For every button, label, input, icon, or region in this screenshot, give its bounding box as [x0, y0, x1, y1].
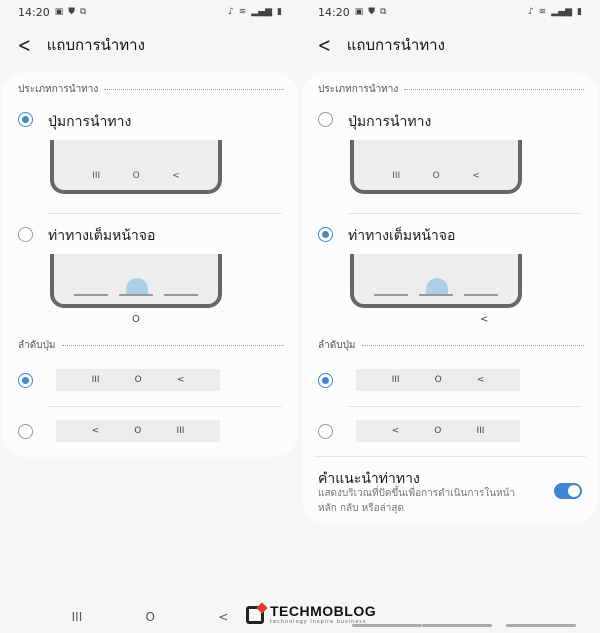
mute-icon: ♪	[527, 6, 534, 17]
home-button[interactable]: O	[146, 610, 155, 624]
watermark-brand: TECHMOBLOG	[270, 603, 377, 619]
left-screen: 14:20 ▣ ⛊ ⧉ ♪ ≋ ▂▄▆ ▮ < แถบการนำทาง ประเ…	[0, 0, 300, 633]
radio-navigation-buttons[interactable]	[318, 112, 333, 127]
recents-icon: III	[392, 171, 401, 181]
back-icon: <	[476, 375, 485, 385]
section-divider	[361, 345, 584, 346]
back-icon: <	[472, 171, 480, 181]
page-title: แถบการนำทาง	[46, 36, 145, 54]
gesture-hints-toggle[interactable]	[554, 483, 582, 499]
right-screen: 14:20 ▣ ⛊ ⧉ ♪ ≋ ▂▄▆ ▮ < แถบการนำทาง ประเ…	[300, 0, 600, 633]
nav-type-section-header: ประเภทการนำทาง	[318, 82, 584, 97]
divider	[48, 406, 282, 407]
section-divider	[61, 345, 284, 346]
gestures-preview	[350, 254, 522, 308]
gesture-bars	[74, 294, 198, 296]
radio-order-recents-home-back[interactable]	[318, 373, 333, 388]
radio-full-screen-gestures[interactable]	[18, 227, 33, 242]
page-title: แถบการนำทาง	[346, 36, 445, 54]
wifi-icon: ≋	[238, 6, 247, 17]
order-recents-home-back[interactable]: III O <	[356, 369, 520, 391]
back-icon: <	[391, 426, 400, 436]
recents-icon: III	[176, 426, 185, 436]
section-divider	[404, 89, 584, 90]
shield-icon: ⛊	[368, 6, 375, 17]
radio-order-back-home-recents[interactable]	[318, 424, 333, 439]
signal-icon: ▂▄▆	[251, 6, 273, 17]
navigation-buttons-preview: III O <	[50, 140, 222, 194]
gesture-bars	[374, 294, 498, 296]
app-bar: < แถบการนำทาง	[0, 24, 300, 66]
screenshot-icon: ⧉	[79, 6, 87, 17]
recents-icon: III	[391, 375, 400, 385]
watermark-tagline: technology inspire business	[270, 619, 367, 625]
option-full-screen-gestures[interactable]: ท่าทางเต็มหน้าจอ	[348, 225, 455, 247]
status-time: 14:20	[18, 5, 50, 19]
section-divider	[104, 89, 284, 90]
back-icon: <	[172, 171, 180, 181]
app-bar: < แถบการนำทาง	[300, 24, 600, 66]
section-label: ประเภทการนำทาง	[318, 84, 399, 95]
radio-order-back-home-recents[interactable]	[18, 424, 33, 439]
gesture-handle-center	[422, 624, 492, 627]
status-bar: 14:20 ▣ ⛊ ⧉ ♪ ≋ ▂▄▆ ▮	[300, 0, 600, 24]
home-icon: O	[132, 171, 140, 181]
techmoblog-logo-icon	[246, 605, 264, 624]
settings-card: ประเภทการนำทาง ปุ่มการนำทาง III O < ท่าท…	[2, 72, 298, 457]
gesture-hints-description: แสดงบริเวณที่ปัดขึ้นเพื่อการดำเนินการในห…	[318, 488, 516, 514]
mute-icon: ♪	[227, 6, 234, 17]
gallery-icon: ▣	[54, 6, 64, 17]
radio-order-recents-home-back[interactable]	[18, 373, 33, 388]
divider	[348, 213, 582, 214]
screenshot-icon: ⧉	[379, 6, 387, 17]
home-icon: O	[434, 375, 442, 385]
button-order-section-header: ลำดับปุ่ม	[18, 338, 284, 353]
home-icon: O	[134, 375, 142, 385]
recents-button[interactable]: III	[72, 610, 83, 624]
recents-icon: III	[91, 375, 100, 385]
home-icon: O	[134, 426, 142, 436]
status-time: 14:20	[318, 5, 350, 19]
settings-card: ประเภทการนำทาง ปุ่มการนำทาง III O < ท่าท…	[302, 72, 598, 524]
section-label: ประเภทการนำทาง	[18, 84, 99, 95]
button-order-section-header: ลำดับปุ่ม	[318, 338, 584, 353]
home-icon: O	[432, 171, 440, 181]
navigation-buttons-preview: III O <	[350, 140, 522, 194]
section-label: ลำดับปุ่ม	[18, 340, 56, 351]
gallery-icon: ▣	[354, 6, 364, 17]
divider	[48, 213, 282, 214]
gesture-handle-right	[506, 624, 576, 627]
back-arrow-icon[interactable]: <	[18, 35, 31, 55]
option-navigation-buttons[interactable]: ปุ่มการนำทาง	[48, 111, 131, 133]
gestures-preview	[50, 254, 222, 308]
option-navigation-buttons[interactable]: ปุ่มการนำทาง	[348, 111, 431, 133]
back-button[interactable]: <	[218, 610, 228, 624]
battery-icon: ▮	[277, 6, 282, 17]
recents-icon: III	[476, 426, 485, 436]
battery-icon: ▮	[577, 6, 582, 17]
option-full-screen-gestures[interactable]: ท่าทางเต็มหน้าจอ	[48, 225, 155, 247]
wifi-icon: ≋	[538, 6, 547, 17]
signal-icon: ▂▄▆	[551, 6, 573, 17]
recents-icon: III	[92, 171, 101, 181]
divider	[348, 406, 582, 407]
shield-icon: ⛊	[68, 6, 75, 17]
home-icon: O	[434, 426, 442, 436]
back-icon: <	[176, 375, 185, 385]
radio-full-screen-gestures[interactable]	[318, 227, 333, 242]
status-bar: 14:20 ▣ ⛊ ⧉ ♪ ≋ ▂▄▆ ▮	[0, 0, 300, 24]
back-icon: <	[480, 314, 489, 325]
home-icon: O	[132, 314, 140, 325]
order-recents-home-back[interactable]: III O <	[56, 369, 220, 391]
order-back-home-recents[interactable]: < O III	[56, 420, 220, 442]
divider	[314, 456, 586, 457]
nav-type-section-header: ประเภทการนำทาง	[18, 82, 284, 97]
radio-navigation-buttons[interactable]	[18, 112, 33, 127]
section-label: ลำดับปุ่ม	[318, 340, 356, 351]
watermark: TECHMOBLOG technology inspire business	[246, 604, 376, 625]
back-arrow-icon[interactable]: <	[318, 35, 331, 55]
order-back-home-recents[interactable]: < O III	[356, 420, 520, 442]
back-icon: <	[91, 426, 100, 436]
